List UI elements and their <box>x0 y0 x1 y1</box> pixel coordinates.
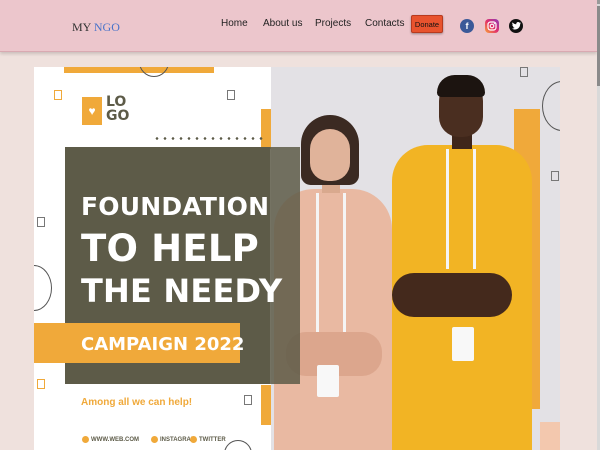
decor-bar <box>540 422 560 450</box>
instagram-icon[interactable] <box>485 19 499 33</box>
logo-text: LO GO <box>106 95 129 123</box>
woman-badge <box>317 365 339 397</box>
instagram-small-icon <box>151 436 158 443</box>
globe-icon <box>82 436 89 443</box>
footer-twitter-label: TWITTER <box>199 436 226 443</box>
brand-suffix: NGO <box>93 20 120 34</box>
decor-square <box>244 395 252 405</box>
nav-projects-link[interactable]: Projects <box>315 18 351 29</box>
logo-text-line-2: GO <box>106 108 130 124</box>
nav-about-link[interactable]: About us <box>263 18 302 29</box>
man-lanyard <box>446 149 476 269</box>
twitter-icon[interactable] <box>509 19 523 33</box>
headline-line-2: TO HELP <box>81 227 259 270</box>
headline-line-3: THE NEEDY <box>81 272 283 310</box>
logo-text-line-1: LO <box>106 94 127 110</box>
headline-line-1: FOUNDATION <box>81 192 270 221</box>
logo-heart-icon: ♥ <box>82 97 102 125</box>
decor-bar <box>261 109 271 149</box>
tagline: Among all we can help! <box>81 397 193 408</box>
footer-web-label: WWW.WEB.COM <box>91 436 139 443</box>
decor-circle <box>139 67 169 77</box>
campaign-label: CAMPAIGN 2022 <box>81 334 245 355</box>
decor-square <box>37 379 45 389</box>
decor-square <box>551 171 559 181</box>
footer-twitter: TWITTER <box>190 436 226 443</box>
decor-dots <box>153 137 263 140</box>
decor-square <box>37 217 45 227</box>
decor-circle <box>34 265 52 311</box>
decor-square <box>54 90 62 100</box>
site-brand[interactable]: MY NGO <box>72 20 120 35</box>
man-hair <box>437 75 485 97</box>
nav-contacts-link[interactable]: Contacts <box>365 18 404 29</box>
decor-bar <box>64 67 214 73</box>
decor-square <box>520 67 528 77</box>
headline-panel-edge <box>270 147 300 384</box>
donate-button[interactable]: Donate <box>411 15 443 33</box>
man-badge <box>452 327 474 361</box>
twitter-small-icon <box>190 436 197 443</box>
nav-home-link[interactable]: Home <box>221 18 248 29</box>
brand-prefix: MY <box>72 20 91 34</box>
decor-circle <box>224 440 252 450</box>
decor-bar <box>261 385 271 425</box>
man-arms <box>392 273 512 317</box>
footer-web: WWW.WEB.COM <box>82 436 139 443</box>
woman-face <box>310 129 350 181</box>
facebook-icon[interactable]: f <box>460 19 474 33</box>
hero-banner: ♥ LO GO FOUNDATION TO HELP THE NEEDY CAM… <box>34 67 560 450</box>
site-header: MY NGO Home About us Projects Contacts D… <box>0 0 597 52</box>
decor-square <box>227 90 235 100</box>
